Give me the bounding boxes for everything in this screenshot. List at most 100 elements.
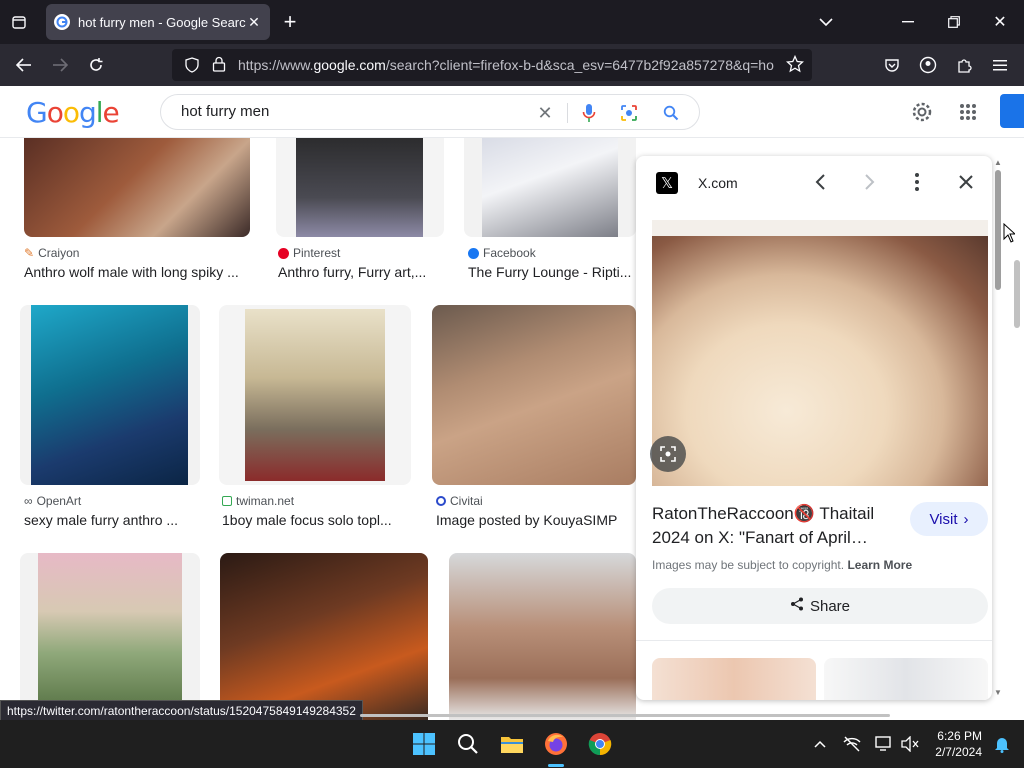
network-off-icon[interactable]: [836, 728, 868, 760]
restore-icon[interactable]: [942, 10, 966, 34]
scroll-up-icon[interactable]: ▲: [994, 158, 1002, 167]
tab-title: hot furry men - Google Search: [78, 14, 246, 30]
taskbar-search-icon[interactable]: [452, 728, 484, 760]
learn-more-link[interactable]: Learn More: [847, 558, 912, 572]
windows-start-icon[interactable]: [408, 728, 440, 760]
search-input[interactable]: [181, 103, 521, 120]
chrome-icon[interactable]: [584, 728, 616, 760]
browser-nav-bar: https://www.google.com/search?client=fir…: [0, 44, 1024, 86]
close-window-icon[interactable]: ✕: [988, 10, 1012, 34]
show-hidden-icons-icon[interactable]: [804, 728, 836, 760]
result-caption-5[interactable]: 1boy male focus solo topl...: [222, 512, 412, 528]
notification-bell-icon[interactable]: [986, 728, 1018, 760]
google-lens-icon[interactable]: [617, 101, 641, 125]
tab-close-icon[interactable]: ✕: [246, 14, 262, 31]
tracking-protection-icon[interactable]: [184, 57, 200, 76]
result-image-6[interactable]: [432, 305, 636, 485]
horizontal-scrollbar[interactable]: [360, 714, 890, 717]
source-label: Craiyon: [38, 246, 80, 260]
related-image-2[interactable]: [824, 658, 988, 700]
result-source-3[interactable]: Facebook: [468, 246, 536, 260]
taskbar-clock[interactable]: 6:26 PM 2/7/2024: [935, 728, 982, 760]
visit-button[interactable]: Visit ›: [910, 502, 988, 536]
result-source-6[interactable]: Civitai: [436, 494, 483, 508]
clock-time: 6:26 PM: [937, 729, 982, 743]
search-box[interactable]: ✕: [160, 94, 700, 130]
reload-icon[interactable]: [84, 53, 108, 77]
scroll-down-icon[interactable]: ▼: [994, 688, 1002, 697]
new-tab-icon[interactable]: +: [278, 9, 302, 34]
firefox-icon[interactable]: [540, 728, 572, 767]
result-image-5[interactable]: [219, 305, 411, 485]
more-options-icon[interactable]: [914, 172, 920, 197]
firefox-active-indicator: [548, 764, 564, 767]
url-text[interactable]: https://www.google.com/search?client=fir…: [238, 57, 782, 73]
chevron-right-icon: ›: [963, 510, 969, 528]
result-image-4[interactable]: [20, 305, 200, 485]
file-explorer-icon[interactable]: [496, 728, 528, 760]
result-source-2[interactable]: Pinterest: [278, 246, 340, 260]
search-divider: [567, 103, 568, 123]
share-label: Share: [809, 597, 851, 615]
x-logo-icon: 𝕏: [656, 172, 678, 194]
mouse-cursor: [1003, 222, 1017, 248]
address-bar[interactable]: https://www.google.com/search?client=fir…: [172, 49, 812, 81]
microphone-icon[interactable]: [577, 101, 601, 125]
tab-list-icon[interactable]: [8, 12, 30, 32]
sign-in-button[interactable]: [1000, 94, 1024, 128]
related-image-1[interactable]: [652, 658, 816, 700]
lens-search-image-button[interactable]: [650, 436, 686, 472]
result-caption-6[interactable]: Image posted by KouyaSIMP: [436, 512, 636, 528]
result-image-7[interactable]: [20, 553, 200, 720]
result-image-1[interactable]: [24, 138, 250, 237]
result-caption-3[interactable]: The Furry Lounge - Ripti...: [468, 264, 640, 280]
panel-title[interactable]: RatonTheRaccoon🔞 Thaitail 2024 on X: "Fa…: [652, 502, 902, 550]
result-caption-4[interactable]: sexy male furry anthro ...: [24, 512, 200, 528]
share-button[interactable]: Share: [652, 588, 988, 624]
back-icon[interactable]: [12, 53, 36, 77]
close-panel-icon[interactable]: [958, 174, 974, 195]
copyright-text: Images may be subject to copyright.: [652, 558, 845, 572]
lock-icon[interactable]: [212, 56, 226, 75]
google-apps-icon[interactable]: [954, 98, 982, 126]
result-image-9[interactable]: [449, 553, 636, 720]
clear-search-icon[interactable]: ✕: [533, 101, 557, 125]
account-icon[interactable]: [916, 53, 940, 77]
previous-image-icon[interactable]: [814, 173, 828, 196]
result-caption-2[interactable]: Anthro furry, Furry art,...: [278, 264, 444, 280]
settings-gear-icon[interactable]: [908, 98, 936, 126]
preview-image[interactable]: [652, 220, 988, 486]
pocket-icon[interactable]: [880, 53, 904, 77]
tab-google-search[interactable]: hot furry men - Google Search ✕: [46, 4, 270, 40]
google-logo[interactable]: Google: [26, 96, 120, 129]
list-all-tabs-icon[interactable]: [814, 10, 838, 34]
logo-letter: l: [95, 96, 104, 129]
extensions-icon[interactable]: [952, 53, 976, 77]
windows-taskbar: 6:26 PM 2/7/2024: [0, 720, 1024, 768]
bookmark-star-icon[interactable]: [785, 54, 805, 76]
result-image-3[interactable]: [464, 138, 636, 237]
result-source-5[interactable]: twiman.net: [222, 494, 294, 508]
twiman-icon: [222, 496, 232, 506]
url-prefix: https://www.: [238, 57, 314, 73]
result-source-1[interactable]: ✎ Craiyon: [24, 246, 79, 260]
source-label: twiman.net: [236, 494, 295, 508]
search-icon[interactable]: [659, 101, 683, 125]
minimize-icon[interactable]: [896, 10, 920, 34]
panel-scrollbar-thumb[interactable]: [995, 170, 1001, 290]
clock-date: 2/7/2024: [935, 745, 982, 759]
logo-letter: o: [62, 96, 80, 129]
forward-icon[interactable]: [48, 53, 72, 77]
result-source-4[interactable]: ∞ OpenArt: [24, 494, 81, 508]
volume-muted-icon[interactable]: [894, 728, 926, 760]
menu-icon[interactable]: [988, 53, 1012, 77]
next-image-icon[interactable]: [862, 173, 876, 196]
logo-letter: G: [26, 96, 48, 129]
result-image-2[interactable]: [276, 138, 444, 237]
result-image-8[interactable]: [220, 553, 428, 720]
image-preview-panel: 𝕏 X.com RatonTheRaccoon🔞 Thaitail 2024 o…: [636, 156, 992, 700]
result-caption-1[interactable]: Anthro wolf male with long spiky ...: [24, 264, 250, 280]
panel-site-name[interactable]: X.com: [698, 175, 738, 191]
source-label: OpenArt: [36, 494, 82, 508]
page-scrollbar[interactable]: [1014, 260, 1020, 328]
